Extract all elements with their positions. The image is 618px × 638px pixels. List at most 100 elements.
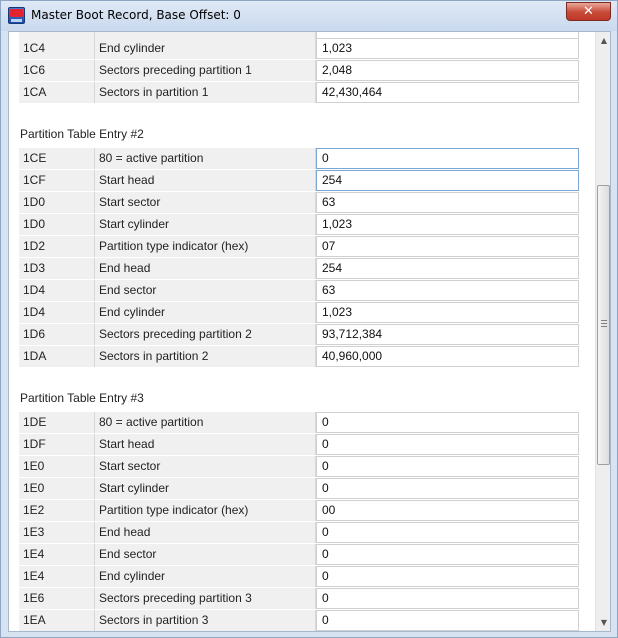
- table-row: 1DE 80 = active partition 0: [19, 412, 579, 433]
- value-field[interactable]: 40,960,000: [316, 346, 579, 367]
- table-row: 1E3 End head 0: [19, 522, 579, 543]
- table-row: 1CA Sectors in partition 1 42,430,464: [19, 82, 579, 103]
- table-row: 1D4 End cylinder 1,023: [19, 302, 579, 323]
- field-name-cell: Start head: [95, 434, 316, 455]
- value-field[interactable]: 0: [316, 478, 579, 499]
- field-name-cell: Start head: [95, 170, 316, 191]
- field-name-cell: End cylinder: [95, 38, 316, 59]
- value-field[interactable]: 93,712,384: [316, 324, 579, 345]
- field-name-cell: Sectors in partition 1: [95, 82, 316, 103]
- table-row: 1E4 End cylinder 0: [19, 566, 579, 587]
- offset-cell: 1DE: [19, 412, 95, 433]
- table-row: 1EA Sectors in partition 3 0: [19, 610, 579, 631]
- offset-cell: 1D3: [19, 258, 95, 279]
- value-field[interactable]: 00: [316, 500, 579, 521]
- offset-cell: 1C6: [19, 60, 95, 81]
- field-name-cell: Start sector: [95, 456, 316, 477]
- table-row: 1D0 Start sector 63: [19, 192, 579, 213]
- table-row: 1C6 Sectors preceding partition 1 2,048: [19, 60, 579, 81]
- table-row: 1D4 End sector 63: [19, 280, 579, 301]
- table-row: 1E6 Sectors preceding partition 3 0: [19, 588, 579, 609]
- table-row: 1DA Sectors in partition 2 40,960,000: [19, 346, 579, 367]
- table-row: 1E0 Start sector 0: [19, 456, 579, 477]
- offset-cell: 1D4: [19, 280, 95, 301]
- scrollbar-thumb[interactable]: [597, 185, 610, 465]
- field-name-cell: Partition type indicator (hex): [95, 236, 316, 257]
- table-row: 1E2 Partition type indicator (hex) 00: [19, 500, 579, 521]
- field-name-cell: End sector: [95, 544, 316, 565]
- value-field[interactable]: 1,023: [316, 302, 579, 323]
- offset-cell: 1D0: [19, 192, 95, 213]
- field-name-cell: End head: [95, 258, 316, 279]
- offset-cell: 1D2: [19, 236, 95, 257]
- field-name-cell: Sectors preceding partition 2: [95, 324, 316, 345]
- offset-cell: 1E2: [19, 500, 95, 521]
- offset-cell: 1DA: [19, 346, 95, 367]
- value-field[interactable]: 63: [316, 280, 579, 301]
- value-field[interactable]: 0: [316, 434, 579, 455]
- field-name-cell: 80 = active partition: [95, 148, 316, 169]
- table-row: 1CF Start head 254: [19, 170, 579, 191]
- offset-cell: 1E6: [19, 588, 95, 609]
- vertical-scrollbar[interactable]: ▲ ▼: [595, 32, 610, 631]
- value-field[interactable]: 0: [316, 588, 579, 609]
- table-row: 1E4 End sector 0: [19, 544, 579, 565]
- field-name-cell: End sector: [95, 280, 316, 301]
- value-field[interactable]: 2,048: [316, 60, 579, 81]
- value-field[interactable]: 0: [316, 148, 579, 169]
- offset-cell: 1E0: [19, 478, 95, 499]
- offset-cell: 1CE: [19, 148, 95, 169]
- section-title-entry-2: Partition Table Entry #2: [20, 127, 144, 141]
- field-name-cell: End head: [95, 522, 316, 543]
- value-field[interactable]: 0: [316, 566, 579, 587]
- table-row: 1D3 End head 254: [19, 258, 579, 279]
- value-field[interactable]: 0: [316, 456, 579, 477]
- field-name-cell: Partition type indicator (hex): [95, 500, 316, 521]
- offset-cell: 1CF: [19, 170, 95, 191]
- value-field[interactable]: 42,430,464: [316, 82, 579, 103]
- close-button[interactable]: ✕: [566, 2, 611, 21]
- scroll-down-arrow-icon[interactable]: ▼: [596, 614, 610, 631]
- value-field[interactable]: 1,023: [316, 214, 579, 235]
- offset-cell: 1E0: [19, 456, 95, 477]
- offset-cell: 1E4: [19, 566, 95, 587]
- template-window: Master Boot Record, Base Offset: 0 ✕ 1C4…: [0, 0, 618, 638]
- section-title-entry-3: Partition Table Entry #3: [20, 391, 144, 405]
- offset-cell: 1EA: [19, 610, 95, 631]
- window-title: Master Boot Record, Base Offset: 0: [31, 8, 241, 22]
- field-name-cell: Sectors preceding partition 1: [95, 60, 316, 81]
- offset-cell: 1E4: [19, 544, 95, 565]
- field-name-cell: Start cylinder: [95, 478, 316, 499]
- offset-cell: 1DF: [19, 434, 95, 455]
- offset-cell: 1C4: [19, 38, 95, 59]
- value-field[interactable]: 07: [316, 236, 579, 257]
- offset-cell: 1CA: [19, 82, 95, 103]
- template-table: 1C4 End cylinder 1,023 1C6 Sectors prece…: [9, 32, 595, 631]
- title-bar[interactable]: Master Boot Record, Base Offset: 0 ✕: [1, 1, 617, 31]
- value-field[interactable]: 254: [316, 170, 579, 191]
- field-name-cell: Sectors preceding partition 3: [95, 588, 316, 609]
- value-field[interactable]: 63: [316, 192, 579, 213]
- value-field[interactable]: 1,023: [316, 38, 579, 59]
- hex-editor-app-icon: [8, 7, 25, 24]
- scroll-up-arrow-icon[interactable]: ▲: [596, 32, 610, 49]
- template-content-area: 1C4 End cylinder 1,023 1C6 Sectors prece…: [8, 31, 611, 632]
- field-name-cell: End cylinder: [95, 302, 316, 323]
- value-field[interactable]: 0: [316, 412, 579, 433]
- table-row: 1CE 80 = active partition 0: [19, 148, 579, 169]
- table-row: 1C4 End cylinder 1,023: [19, 38, 579, 59]
- value-field[interactable]: 0: [316, 522, 579, 543]
- offset-cell: 1E3: [19, 522, 95, 543]
- table-row: 1E0 Start cylinder 0: [19, 478, 579, 499]
- value-field[interactable]: 254: [316, 258, 579, 279]
- field-name-cell: Start cylinder: [95, 214, 316, 235]
- table-row: 1D6 Sectors preceding partition 2 93,712…: [19, 324, 579, 345]
- offset-cell: 1D6: [19, 324, 95, 345]
- field-name-cell: Sectors in partition 3: [95, 610, 316, 631]
- table-row: 1D0 Start cylinder 1,023: [19, 214, 579, 235]
- value-field[interactable]: 0: [316, 610, 579, 631]
- offset-cell: 1D0: [19, 214, 95, 235]
- offset-cell: 1D4: [19, 302, 95, 323]
- table-row: 1D2 Partition type indicator (hex) 07: [19, 236, 579, 257]
- value-field[interactable]: 0: [316, 544, 579, 565]
